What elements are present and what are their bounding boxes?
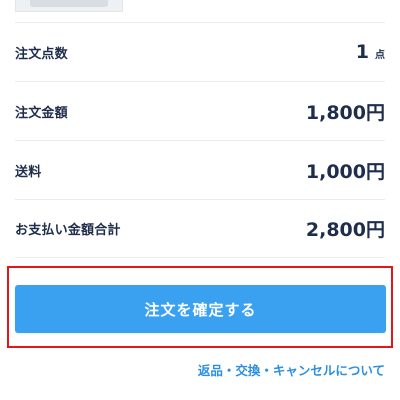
total-value: 2,800円: [305, 219, 385, 241]
summary-row-item-count: 注文点数 1 点: [15, 22, 385, 81]
total-label: お支払い金額合計: [15, 223, 121, 238]
summary-row-shipping: 送料 1,000円: [15, 140, 385, 199]
item-count-value: 1: [355, 41, 369, 63]
product-thumbnail: [15, 0, 123, 12]
product-thumbnail-image: [30, 0, 108, 7]
item-count-unit: 点: [375, 50, 385, 61]
summary-row-total: お支払い金額合計 2,800円: [15, 199, 385, 258]
summary-row-order-amount: 注文金額 1,800円: [15, 81, 385, 140]
item-count-label: 注文点数: [15, 46, 68, 62]
order-summary: 注文点数 1 点 注文金額 1,800円 送料 1,000円 お支払い金額合計 …: [15, 22, 385, 258]
order-amount-value: 1,800円: [305, 101, 385, 124]
order-confirm-page: 注文点数 1 点 注文金額 1,800円 送料 1,000円 お支払い金額合計 …: [0, 0, 400, 400]
order-amount-label: 注文金額: [15, 105, 68, 121]
returns-policy-link[interactable]: 返品・交換・キャンセルについて: [198, 360, 385, 379]
shipping-value: 1,000円: [305, 160, 385, 183]
confirm-order-button[interactable]: 注文を確定する: [15, 285, 386, 333]
shipping-label: 送料: [15, 164, 42, 180]
item-count-value-group: 1 点: [356, 41, 385, 63]
